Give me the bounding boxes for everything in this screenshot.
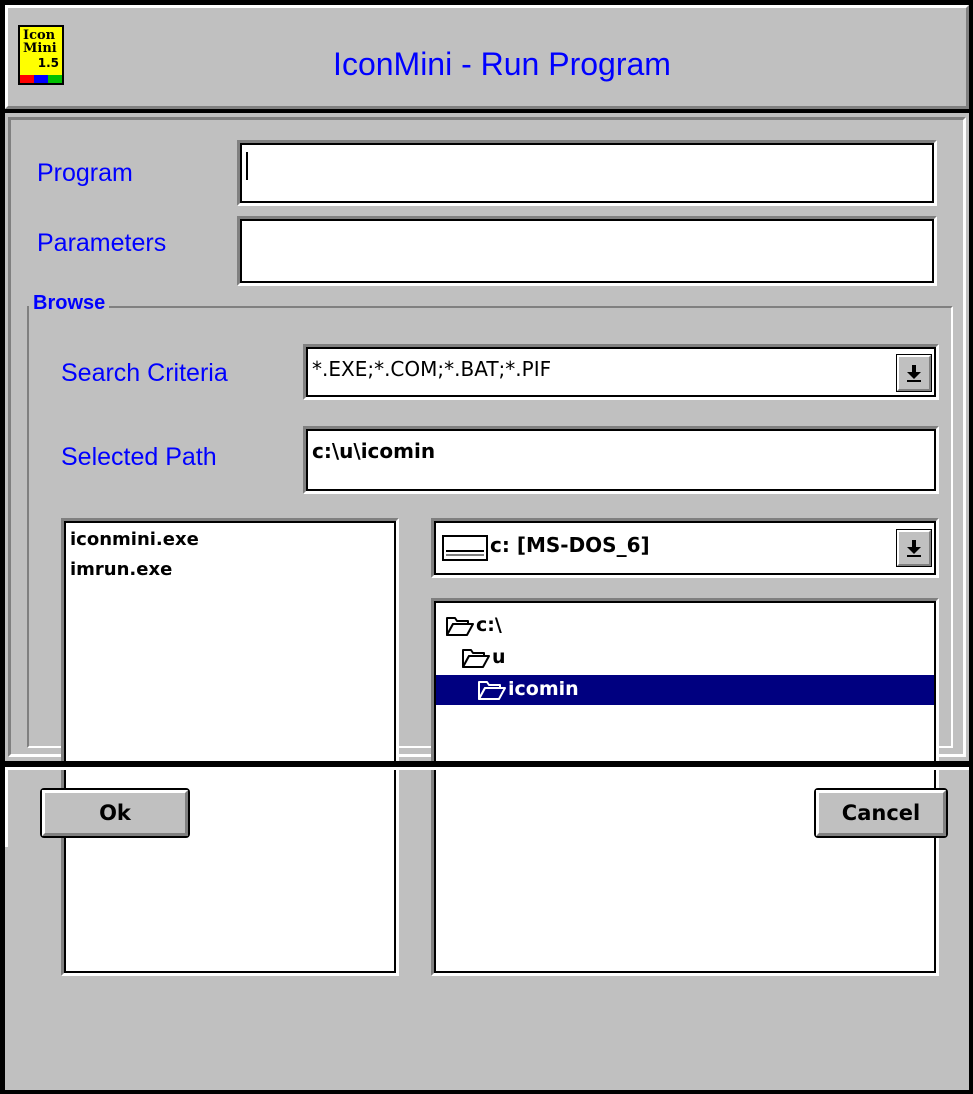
drive-combo[interactable]: c: [MS-DOS_6]	[431, 518, 939, 578]
directory-name: u	[492, 646, 506, 668]
selected-path-field: c:\u\icomin	[303, 426, 939, 494]
program-label: Program	[37, 159, 133, 187]
file-list-frame	[64, 521, 396, 973]
directory-item[interactable]: c:\	[436, 611, 934, 641]
arrow-down-icon	[907, 365, 921, 382]
directory-name: c:\	[476, 614, 502, 636]
open-folder-icon	[478, 679, 506, 701]
button-bar: Ok Cancel	[5, 767, 969, 847]
drive-icon	[442, 535, 488, 561]
directory-name: icomin	[508, 678, 579, 700]
arrow-down-icon	[907, 540, 921, 557]
program-input[interactable]	[237, 140, 937, 206]
search-criteria-combo[interactable]: *.EXE;*.COM;*.BAT;*.PIF	[303, 344, 939, 400]
drive-value: c: [MS-DOS_6]	[490, 533, 650, 557]
file-list[interactable]: iconmini.exe imrun.exe	[61, 518, 399, 976]
window-title: IconMini - Run Program	[333, 46, 671, 82]
search-criteria-value: *.EXE;*.COM;*.BAT;*.PIF	[312, 357, 552, 381]
search-criteria-label: Search Criteria	[61, 359, 228, 387]
search-criteria-dropdown-button[interactable]	[896, 354, 932, 392]
open-folder-icon	[462, 647, 490, 669]
selected-path-value: c:\u\icomin	[312, 439, 436, 463]
ok-button[interactable]: Ok	[40, 788, 190, 838]
title-separator	[5, 109, 969, 113]
file-list-item[interactable]: iconmini.exe	[70, 527, 199, 553]
program-input-value	[246, 149, 928, 197]
parameters-input[interactable]	[237, 216, 937, 286]
cancel-button[interactable]: Cancel	[814, 788, 948, 838]
file-list-item[interactable]: imrun.exe	[70, 557, 172, 583]
browse-group-title: Browse	[29, 290, 110, 316]
directory-item[interactable]: u	[436, 643, 934, 673]
run-program-dialog: Icon Mini 1.5 IconMini - Run Program Pro…	[0, 0, 973, 1094]
parameters-input-value	[246, 225, 928, 277]
parameters-label: Parameters	[37, 229, 167, 257]
ok-button-label: Ok	[42, 790, 188, 836]
selected-path-label: Selected Path	[61, 443, 217, 471]
open-folder-icon	[446, 615, 474, 637]
directory-item[interactable]: icomin	[436, 675, 934, 705]
drive-dropdown-button[interactable]	[896, 529, 932, 567]
title-bar[interactable]: Icon Mini 1.5 IconMini - Run Program	[5, 5, 969, 109]
dialog-body: Program Parameters Browse Search Criteri…	[8, 117, 966, 976]
cancel-button-label: Cancel	[816, 790, 946, 836]
